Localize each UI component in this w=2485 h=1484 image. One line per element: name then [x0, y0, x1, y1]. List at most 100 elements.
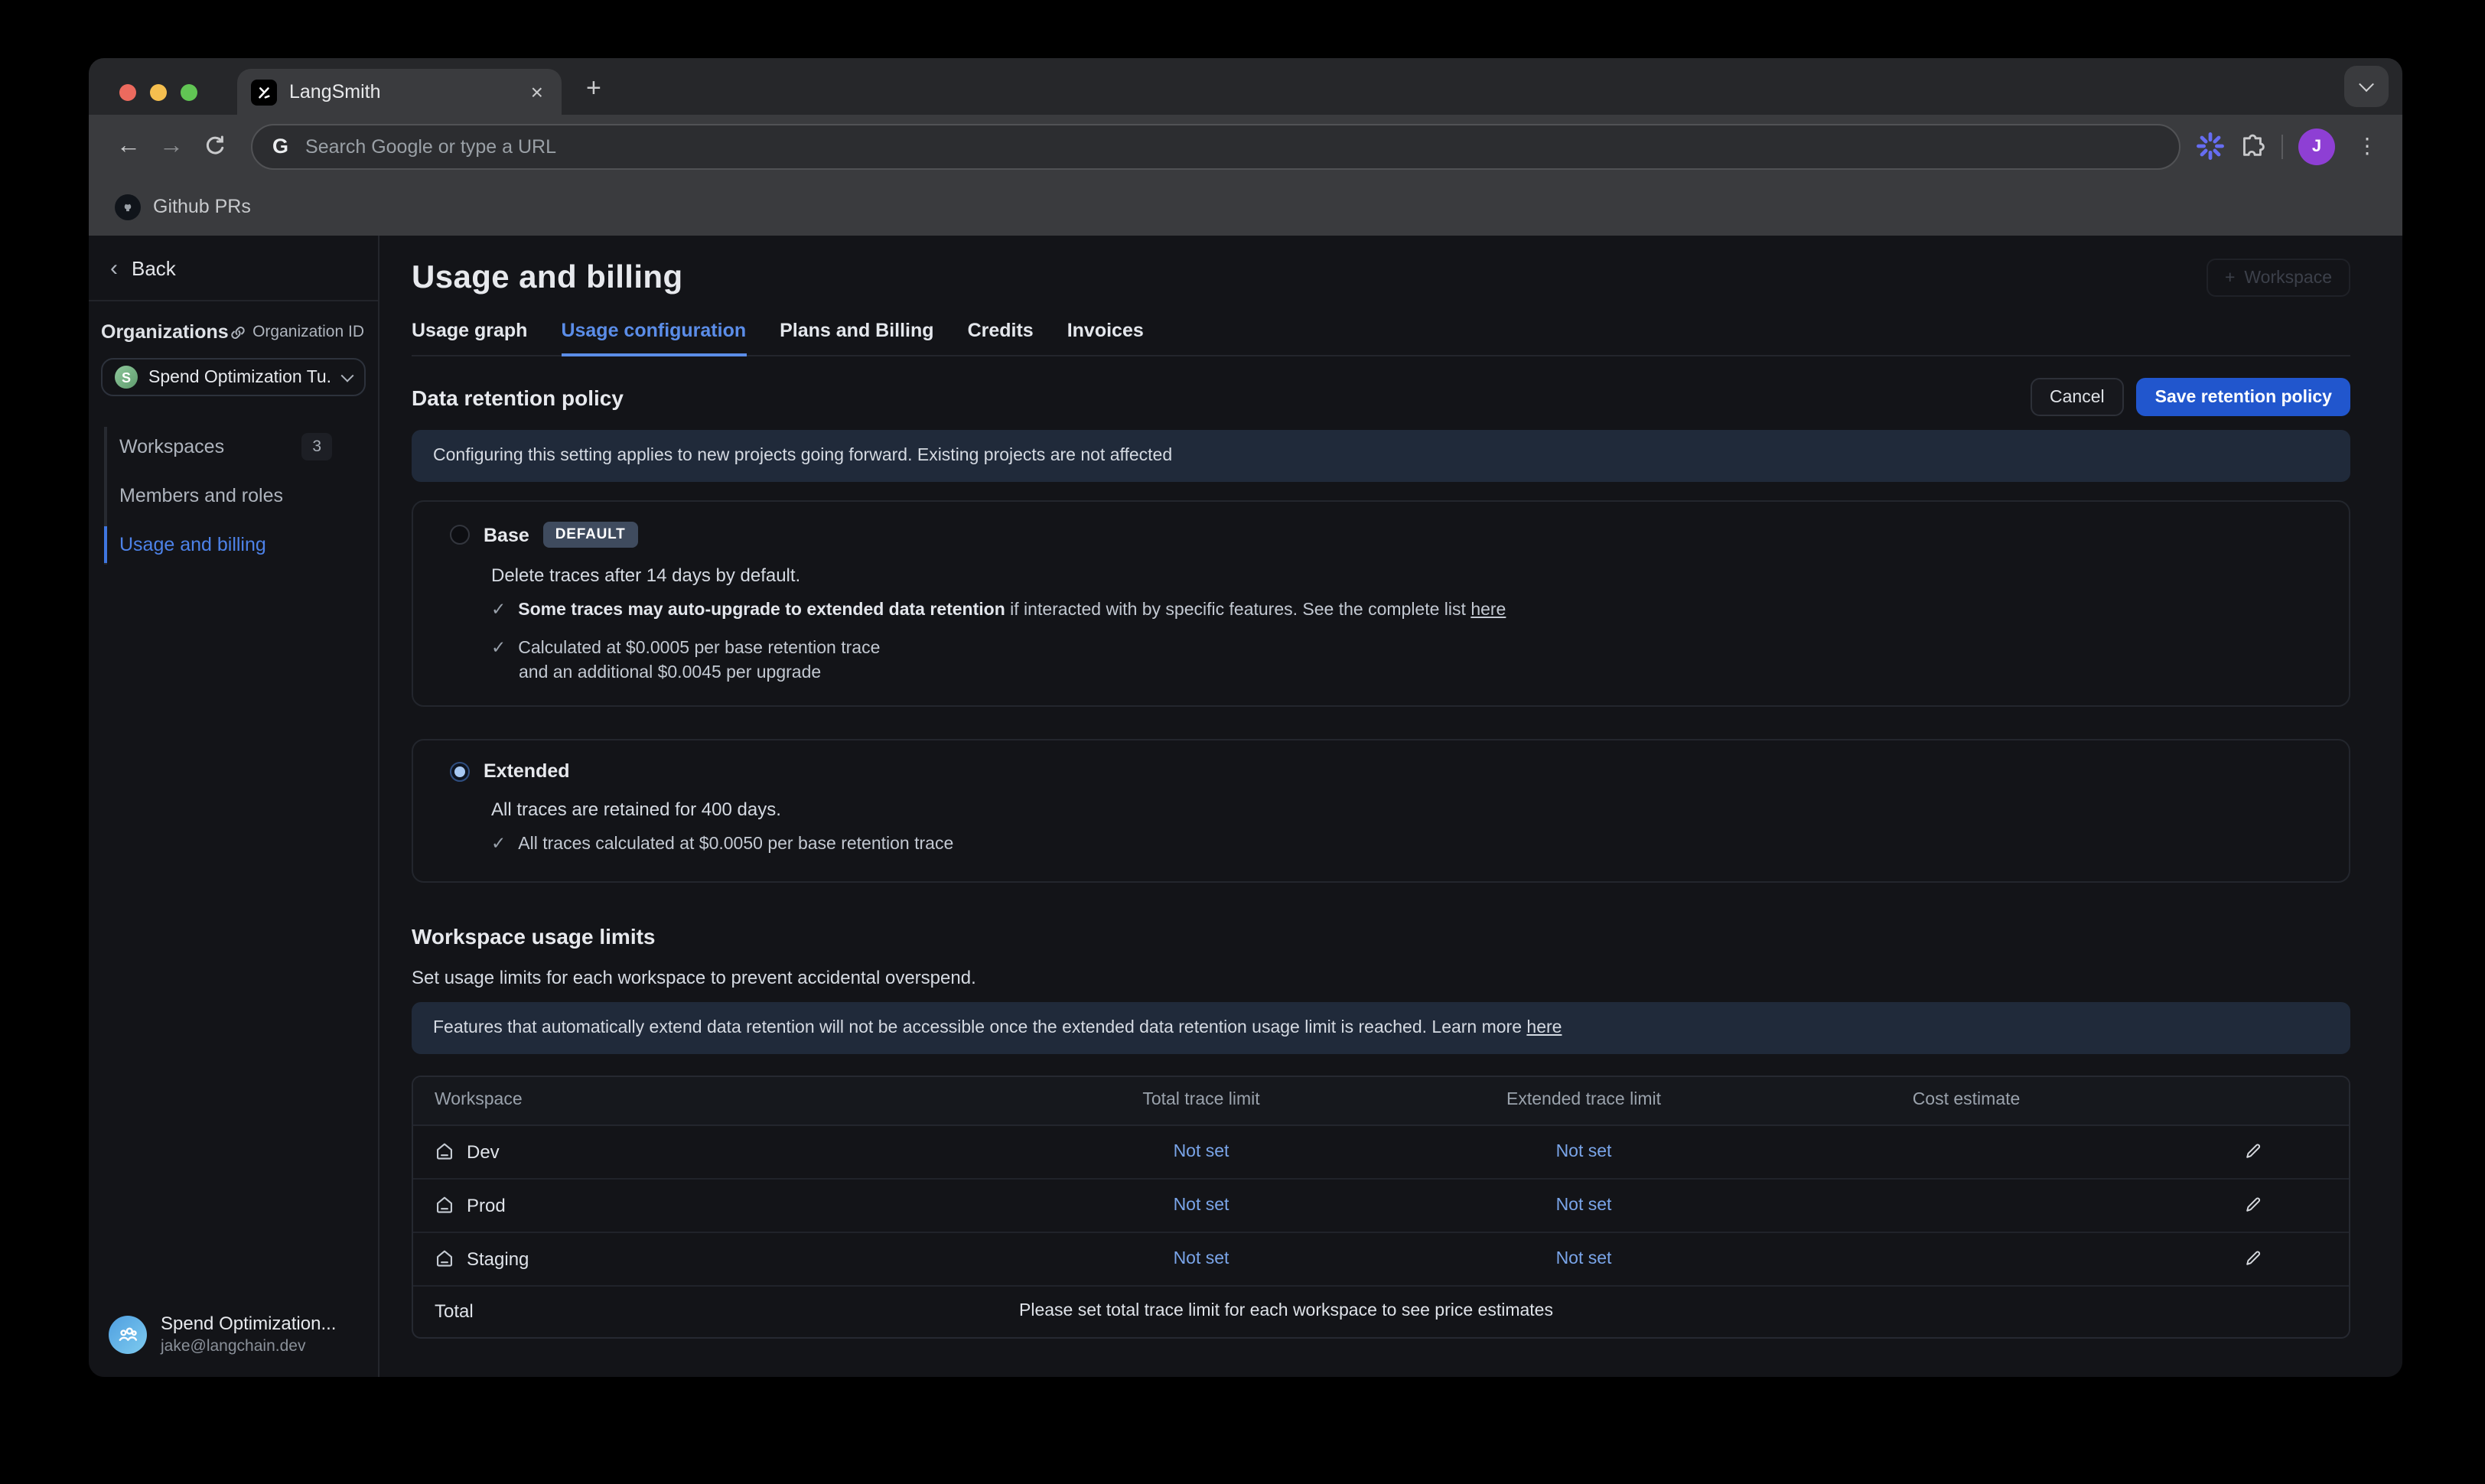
- workspace-name: Dev: [467, 1141, 500, 1162]
- workspaces-count-badge: 3: [301, 433, 332, 460]
- back-button[interactable]: ←: [107, 125, 150, 168]
- back-link[interactable]: ‹ Back: [89, 236, 378, 280]
- dev-extended-limit-link[interactable]: Not set: [1392, 1142, 1775, 1160]
- new-tab-button[interactable]: +: [586, 73, 601, 104]
- sidebar-item-workspaces[interactable]: Workspaces 3: [89, 422, 378, 471]
- retention-heading: Data retention policy: [412, 385, 2030, 409]
- tab-close-icon[interactable]: ×: [526, 80, 548, 104]
- complete-list-link[interactable]: here: [1470, 601, 1506, 620]
- sidebar-item-label: Workspaces: [119, 436, 224, 457]
- minimize-window-button[interactable]: [150, 84, 167, 101]
- limits-subheading: Set usage limits for each workspace to p…: [412, 966, 2350, 988]
- account-avatar: [109, 1315, 147, 1353]
- retention-option-extended[interactable]: Extended All traces are retained for 400…: [412, 739, 2350, 882]
- table-header: Workspace Total trace limit Extended tra…: [413, 1076, 2349, 1125]
- cancel-button[interactable]: Cancel: [2030, 378, 2125, 416]
- base-label: Base: [484, 524, 529, 545]
- tab-search-button[interactable]: [2344, 66, 2389, 107]
- staging-extended-limit-link[interactable]: Not set: [1392, 1249, 1775, 1268]
- default-badge: DEFAULT: [543, 522, 638, 548]
- retention-option-base[interactable]: Base DEFAULT Delete traces after 14 days…: [412, 500, 2350, 707]
- extended-label: Extended: [484, 760, 570, 782]
- staging-total-limit-link[interactable]: Not set: [1010, 1249, 1392, 1268]
- sidebar-nav: Workspaces 3 Members and roles Usage and…: [89, 422, 378, 569]
- total-message: Please set total trace limit for each wo…: [1010, 1302, 2349, 1320]
- github-icon: [115, 194, 141, 220]
- sidebar-item-usage-and-billing[interactable]: Usage and billing: [89, 520, 378, 569]
- bookmarks-bar: Github PRs: [89, 177, 2402, 236]
- extended-radio-button[interactable]: [450, 761, 470, 781]
- organization-selector[interactable]: S Spend Optimization Tu...: [101, 358, 366, 396]
- limits-info-banner: Features that automatically extend data …: [412, 1001, 2350, 1053]
- chevron-down-icon: [341, 369, 354, 382]
- check-icon: ✓: [491, 834, 506, 858]
- window-controls: [119, 84, 197, 101]
- langsmith-favicon-icon: [251, 79, 277, 105]
- browser-profile-avatar[interactable]: J: [2298, 128, 2335, 164]
- organization-id-link[interactable]: Organization ID: [230, 323, 364, 341]
- bookmark-github-prs[interactable]: Github PRs: [153, 196, 251, 217]
- toolbar-right: J ⋮: [2196, 128, 2384, 164]
- account-email: jake@langchain.dev: [161, 1337, 336, 1355]
- billing-tabs: Usage graph Usage configuration Plans an…: [412, 320, 2350, 356]
- tab-usage-configuration[interactable]: Usage configuration: [561, 320, 746, 355]
- workspace-home-icon: [435, 1248, 454, 1268]
- add-workspace-button[interactable]: + Workspace: [2207, 259, 2350, 297]
- learn-more-link[interactable]: here: [1526, 1018, 1562, 1037]
- org-avatar: S: [115, 366, 138, 389]
- base-description: Delete traces after 14 days by default.: [491, 565, 2324, 586]
- page-title: Usage and billing: [412, 259, 683, 296]
- prod-total-limit-link[interactable]: Not set: [1010, 1196, 1392, 1214]
- table-row-prod: Prod Not set Not set: [413, 1179, 2349, 1232]
- tab-strip: LangSmith × +: [89, 58, 2402, 115]
- account-name: Spend Optimization...: [161, 1313, 336, 1334]
- plus-icon: +: [2225, 268, 2235, 287]
- workspace-limits-table: Workspace Total trace limit Extended tra…: [412, 1075, 2350, 1338]
- extensions-puzzle-icon[interactable]: [2240, 133, 2266, 159]
- dev-total-limit-link[interactable]: Not set: [1010, 1142, 1392, 1160]
- account-info[interactable]: Spend Optimization... jake@langchain.dev: [109, 1313, 336, 1355]
- tab-invoices[interactable]: Invoices: [1067, 320, 1144, 355]
- base-point-2-cont: and an additional $0.0045 per upgrade: [519, 664, 2324, 682]
- col-cost-estimate: Cost estimate: [1775, 1091, 2158, 1109]
- organizations-header: Organizations Organization ID: [89, 301, 378, 343]
- check-icon: ✓: [491, 600, 506, 623]
- workspace-name: Staging: [467, 1248, 529, 1269]
- chevron-down-icon: [2359, 76, 2374, 92]
- prod-edit-button[interactable]: [2158, 1195, 2349, 1215]
- browser-menu-button[interactable]: ⋮: [2350, 133, 2384, 159]
- sidebar: ‹ Back Organizations Organization ID: [89, 236, 379, 1377]
- sidebar-item-label: Members and roles: [119, 485, 283, 506]
- browser-tab[interactable]: LangSmith ×: [237, 69, 562, 115]
- reload-button[interactable]: [193, 125, 236, 168]
- base-point-2: Calculated at $0.0005 per base retention…: [518, 637, 880, 661]
- forward-button[interactable]: →: [150, 125, 193, 168]
- sidebar-item-members-and-roles[interactable]: Members and roles: [89, 471, 378, 520]
- tab-usage-graph[interactable]: Usage graph: [412, 320, 527, 355]
- save-retention-policy-button[interactable]: Save retention policy: [2137, 378, 2350, 416]
- extended-point-1: All traces calculated at $0.0050 per bas…: [518, 834, 953, 858]
- dev-edit-button[interactable]: [2158, 1141, 2349, 1161]
- close-window-button[interactable]: [119, 84, 136, 101]
- tab-credits[interactable]: Credits: [968, 320, 1034, 355]
- organization-id-label: Organization ID: [252, 323, 364, 341]
- toolbar-divider: [2281, 134, 2283, 158]
- main-content: Usage and billing + Workspace Usage grap…: [379, 236, 2402, 1377]
- tab-plans-and-billing[interactable]: Plans and Billing: [780, 320, 933, 355]
- prod-extended-limit-link[interactable]: Not set: [1392, 1196, 1775, 1214]
- organizations-label: Organizations: [101, 321, 229, 343]
- address-bar-placeholder: Search Google or type a URL: [305, 135, 556, 157]
- base-radio-button[interactable]: [450, 525, 470, 545]
- address-bar[interactable]: G Search Google or type a URL: [251, 123, 2180, 169]
- col-total-trace-limit: Total trace limit: [1010, 1091, 1392, 1109]
- langsmith-extension-icon[interactable]: [2196, 132, 2225, 161]
- maximize-window-button[interactable]: [181, 84, 197, 101]
- base-point-1: Some traces may auto-upgrade to extended…: [518, 600, 1506, 623]
- table-row-staging: Staging Not set Not set: [413, 1232, 2349, 1286]
- browser-toolbar: ← → G Search Google or type a URL: [89, 115, 2402, 177]
- desktop: LangSmith × + ← → G Search Google or typ…: [0, 0, 2485, 1484]
- pencil-icon: [2243, 1141, 2263, 1161]
- staging-edit-button[interactable]: [2158, 1248, 2349, 1268]
- table-row-dev: Dev Not set Not set: [413, 1125, 2349, 1179]
- back-label: Back: [132, 257, 176, 280]
